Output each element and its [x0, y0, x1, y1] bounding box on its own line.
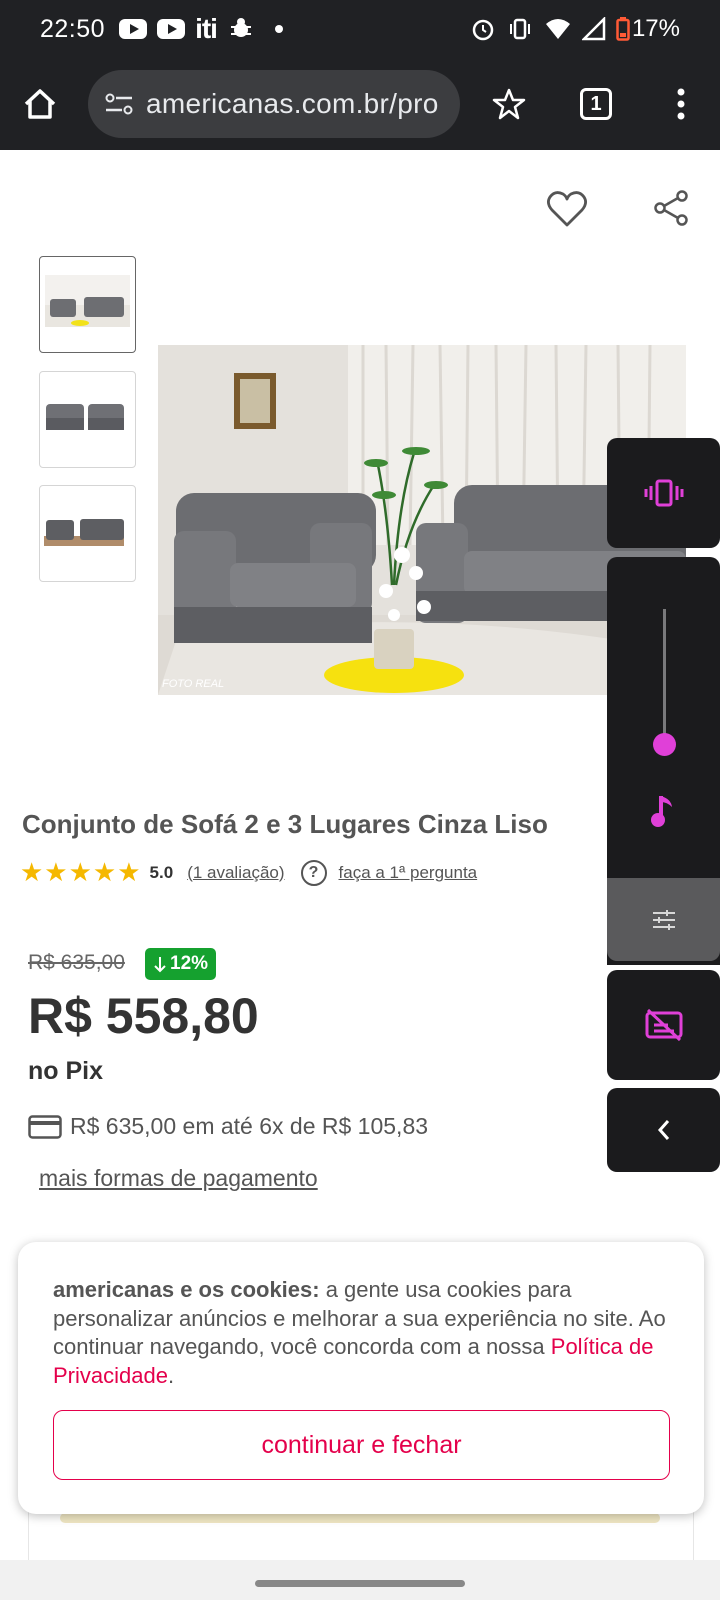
signal-icon — [581, 17, 606, 41]
thumbnail-image — [45, 275, 130, 327]
photo-watermark: FOTO REAL — [162, 678, 224, 690]
reviews-link[interactable]: (1 avaliação) — [187, 863, 284, 883]
address-bar[interactable]: americanas.com.br/pro — [88, 70, 460, 138]
home-icon[interactable] — [20, 84, 60, 124]
system-navigation-bar — [0, 1560, 720, 1600]
old-price: R$ 635,00 — [28, 951, 125, 974]
product-title: Conjunto de Sofá 2 e 3 Lugares Cinza Lis… — [22, 809, 548, 839]
ask-question-link[interactable]: faça a 1ª pergunta — [339, 863, 478, 883]
product-thumbnail-2[interactable] — [39, 371, 136, 468]
notification-icons: iti — [119, 13, 283, 45]
more-menu-icon[interactable] — [676, 87, 686, 121]
chevron-left-icon — [657, 1120, 669, 1140]
share-icon[interactable] — [653, 189, 689, 227]
vibrate-toggle-panel[interactable] — [607, 438, 720, 548]
battery-icon — [616, 17, 630, 41]
vibrate-mode-icon — [644, 479, 683, 507]
credit-card-icon — [28, 1114, 62, 1139]
more-payment-link[interactable]: mais formas de pagamento — [39, 1165, 318, 1192]
alarm-icon — [472, 19, 494, 41]
discount-value: 12% — [170, 953, 209, 974]
arrow-down-icon — [154, 957, 166, 973]
url-text: americanas.com.br/pro — [146, 88, 439, 119]
bookmark-star-icon[interactable] — [492, 87, 526, 121]
rating-score: 5.0 — [149, 862, 174, 882]
cookie-banner: americanas e os cookies: a gente usa coo… — [18, 1242, 704, 1514]
captions-off-icon — [645, 1008, 682, 1042]
youtube-icon — [157, 19, 186, 39]
volume-settings-button[interactable] — [607, 878, 720, 961]
battery-level: 17% — [631, 15, 680, 42]
thumbnail-image — [44, 519, 124, 546]
dot-icon — [274, 25, 283, 33]
discount-badge: 12% — [145, 948, 217, 980]
installment-text: R$ 635,00 em até 6x de R$ 105,83 — [70, 1113, 429, 1139]
product-thumbnail-1[interactable] — [39, 256, 136, 353]
question-icon[interactable]: ? — [300, 859, 327, 886]
cookie-end: . — [167, 1362, 175, 1388]
accept-cookies-button[interactable]: continuar e fechar — [53, 1410, 670, 1480]
status-time: 22:50 — [40, 14, 106, 43]
rating-stars: ★★★★★ — [20, 857, 142, 887]
collapse-panel-button[interactable] — [607, 1088, 720, 1172]
status-bar: 22:50 iti 17% — [0, 0, 720, 58]
price: R$ 558,80 — [28, 988, 259, 1044]
cookie-title: americanas e os cookies: — [53, 1277, 320, 1302]
price-method: no Pix — [28, 1057, 104, 1085]
site-settings-icon[interactable] — [104, 92, 134, 116]
system-icons: 17% — [470, 15, 680, 43]
live-caption-panel[interactable] — [607, 970, 720, 1080]
browser-toolbar: americanas.com.br/pro 1 — [0, 58, 720, 150]
volume-thumb[interactable] — [653, 733, 676, 756]
volume-track[interactable] — [663, 609, 666, 745]
music-note-icon — [651, 796, 672, 827]
vibrate-icon — [509, 18, 530, 40]
home-gesture-handle[interactable] — [255, 1580, 465, 1587]
installment-info: R$ 635,00 em até 6x de R$ 105,83 — [28, 1113, 428, 1140]
cookie-message: americanas e os cookies: a gente usa coo… — [53, 1276, 673, 1390]
sliders-icon — [652, 909, 675, 930]
bug-icon — [230, 18, 251, 37]
rating-row: ★★★★★ 5.0 (1 avaliação) ? faça a 1ª perg… — [20, 857, 477, 888]
battery-indicator: 17% — [616, 15, 680, 43]
thumbnail-image — [46, 404, 124, 430]
iti-icon: iti — [195, 13, 218, 44]
youtube-icon — [119, 19, 148, 39]
card-strip — [60, 1513, 660, 1523]
wifi-icon — [545, 19, 570, 39]
tab-switcher-button[interactable]: 1 — [580, 88, 612, 120]
favorite-heart-icon[interactable] — [546, 189, 588, 229]
product-thumbnail-3[interactable] — [39, 485, 136, 582]
